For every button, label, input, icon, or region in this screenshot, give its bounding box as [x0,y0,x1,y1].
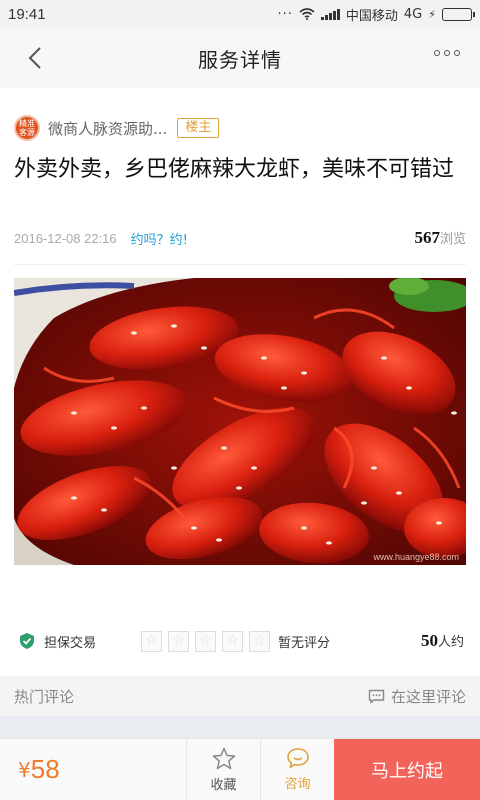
info-row: 担保交易 ☆ ☆ ☆ ☆ ☆ 暂无评分 50 人约 [18,630,464,652]
bottom-bar: ¥ 58 收藏 咨询 马上约起 [0,738,480,800]
wifi-icon [299,8,315,20]
favorite-button[interactable]: 收藏 [186,739,260,800]
crayfish-photo: www.huangye88.com [14,278,466,565]
price: ¥ 58 [0,739,186,800]
appointment-count-number: 50 [420,631,438,650]
post-meta: 2016-12-08 22:16 约吗？约! 567 浏览 [14,228,466,248]
star-icon: ☆ [141,630,163,652]
consult-label: 咨询 [284,777,311,792]
owner-badge: 楼主 [177,118,220,138]
appointment-count-label: 人约 [437,635,464,650]
star-outline-icon [212,747,235,769]
comments-title: 热门评论 [14,687,75,706]
signal-icon [320,8,340,20]
book-now-button[interactable]: 马上约起 [334,739,480,800]
comments-area [0,716,480,738]
rating-stars: ☆ ☆ ☆ ☆ ☆ [141,630,271,652]
guarantee-label: 担保交易 [44,635,97,651]
post-photo[interactable]: www.huangye88.com [14,278,466,565]
appointment-count: 50 人约 [421,631,464,651]
view-count-number: 567 [414,228,440,247]
dots-icon: ··· [277,6,293,22]
post-title: 外卖外卖，乡巴佬麻辣大龙虾，美味不可错过 [14,157,455,182]
avatar[interactable]: 精准客源 [14,115,40,141]
status-indicators: ··· 中国移动 4G ⚡ [277,5,475,24]
star-icon: ☆ [222,630,244,652]
page-title: 服务详情 [198,47,282,72]
more-dots-icon [434,50,440,56]
divider [14,264,466,265]
author-row[interactable]: 精准客源 微商人脉资源助... 楼主 [14,114,220,142]
nav-bar: 服务详情 [0,28,480,88]
carrier-name: 中国移动 [345,8,398,24]
more-button[interactable] [434,50,460,56]
back-button[interactable] [20,42,50,74]
post-tag[interactable]: 约吗？约! [131,229,188,248]
write-comment-button[interactable]: 在这里评论 [368,686,466,707]
status-bar: 19:41 ··· 中国移动 4G ⚡ [0,0,480,28]
network-type: 4G [403,6,423,22]
rating-text: 暂无评分 [278,635,331,651]
favorite-label: 收藏 [210,777,237,793]
comments-header: 热门评论 在这里评论 [0,676,480,716]
chevron-left-icon [28,47,41,69]
charging-icon: ⚡ [428,7,436,21]
price-value: 58 [30,754,60,784]
shield-check-icon [20,633,34,649]
photo-watermark: www.huangye88.com [372,552,459,562]
write-comment-label: 在这里评论 [390,687,466,706]
post-date: 2016-12-08 22:16 [14,230,117,246]
price-currency: ¥ [18,757,31,782]
star-icon: ☆ [249,630,271,652]
view-count: 567 浏览 [414,228,466,248]
status-time: 19:41 [8,5,46,23]
star-icon: ☆ [168,630,190,652]
author-name[interactable]: 微商人脉资源助... [48,118,167,139]
view-count-label: 浏览 [439,232,466,247]
consult-button[interactable]: 咨询 [260,739,334,800]
star-icon: ☆ [195,630,217,652]
battery-icon [442,7,475,21]
chat-bubble-icon [286,748,309,769]
comment-icon [368,689,385,704]
